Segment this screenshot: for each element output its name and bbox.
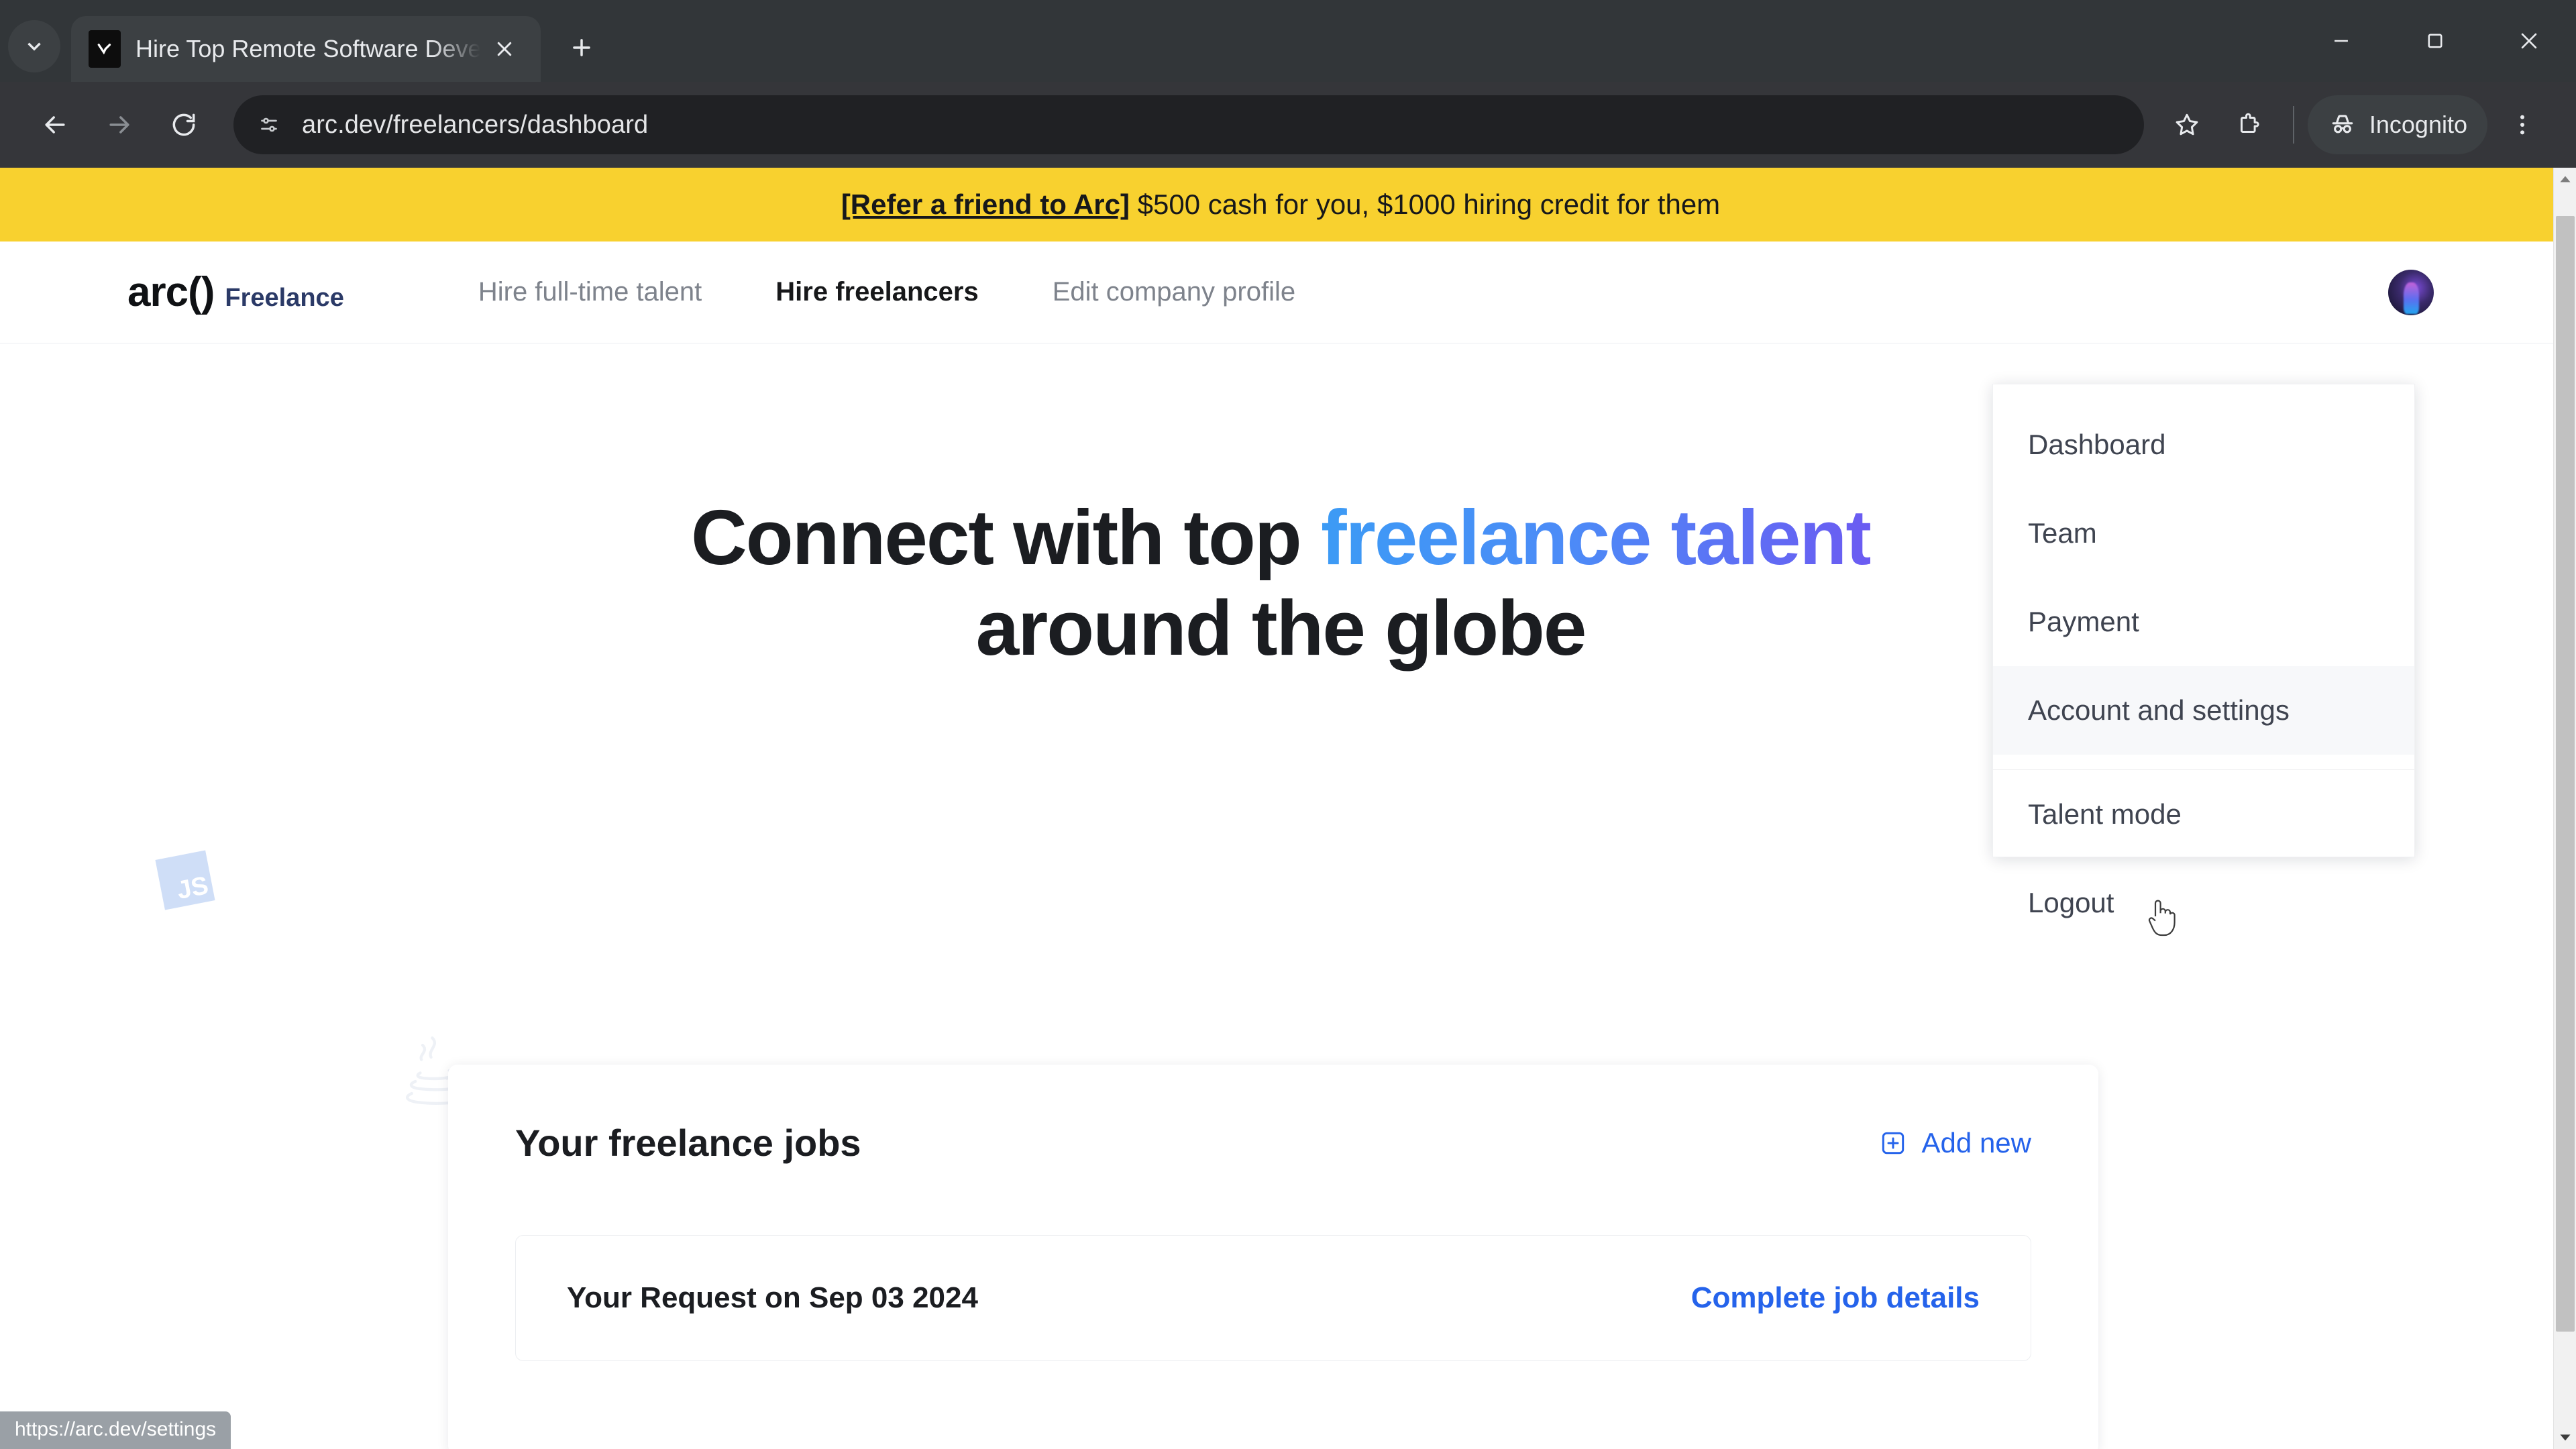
account-dropdown-menu: Dashboard Team Payment Account and setti…: [1992, 384, 2415, 918]
extensions-puzzle-icon: [2240, 113, 2259, 133]
nav-hire-freelancers[interactable]: Hire freelancers: [775, 277, 978, 307]
menu-item-talent-mode[interactable]: Talent mode: [1993, 770, 2414, 859]
freelance-jobs-header: Your freelance jobs Add new: [448, 1065, 2098, 1165]
tab-strip: Hire Top Remote Software Deve: [0, 0, 2576, 82]
tab-search-button[interactable]: [8, 20, 60, 72]
browser-menu-button[interactable]: [2491, 94, 2553, 156]
three-dot-menu-icon: [2520, 115, 2524, 135]
link-status-url: https://arc.dev/settings: [0, 1411, 231, 1449]
hero-title-plain: Connect with top: [690, 494, 1321, 581]
back-button[interactable]: [23, 93, 87, 157]
window-minimize-button[interactable]: [2294, 0, 2388, 82]
window-controls: [2294, 0, 2576, 82]
referral-banner-text: [Refer a friend to Arc] $500 cash for yo…: [841, 189, 1720, 221]
hero-title-accent: freelance talent: [1320, 494, 1872, 581]
add-new-job-button[interactable]: Add new: [1879, 1127, 2031, 1159]
incognito-indicator[interactable]: Incognito: [2307, 95, 2487, 154]
arc-logo-mark: arc(): [127, 269, 215, 315]
job-name: Your Request on Sep 03 2024: [567, 1281, 978, 1314]
maximize-icon: [2428, 34, 2443, 48]
tune-icon: [261, 117, 277, 132]
avatar[interactable]: [2388, 269, 2434, 315]
address-bar-url: arc.dev/freelancers/dashboard: [302, 110, 649, 139]
menu-item-label: Dashboard: [2028, 429, 2166, 460]
browser-tab[interactable]: Hire Top Remote Software Deve: [71, 16, 541, 82]
tab-favicon-arc-icon: [89, 30, 121, 68]
arc-logo-icon: [97, 44, 111, 55]
forward-button[interactable]: [87, 93, 152, 157]
mouse-cursor: [2145, 896, 2180, 943]
menu-item-label: Account and settings: [2028, 694, 2290, 726]
menu-item-label: Payment: [2028, 606, 2139, 637]
star-icon: [2176, 113, 2198, 136]
menu-item-dashboard[interactable]: Dashboard: [1993, 400, 2414, 489]
referral-banner-rest: $500 cash for you, $1000 hiring credit f…: [1129, 189, 1721, 220]
menu-item-payment[interactable]: Payment: [1993, 578, 2414, 666]
scrollbar-down-button[interactable]: [2554, 1426, 2576, 1449]
reload-button[interactable]: [152, 93, 216, 157]
complete-job-details-link[interactable]: Complete job details: [1691, 1281, 1980, 1315]
page-viewport: [Refer a friend to Arc] $500 cash for yo…: [0, 168, 2576, 1449]
site-header: arc() Freelance Hire full-time talent Hi…: [0, 241, 2561, 343]
site-nav: Hire full-time talent Hire freelancers E…: [478, 277, 1369, 307]
plus-icon: [573, 39, 590, 56]
scrollbar-thumb[interactable]: [2556, 216, 2575, 1332]
nav-hire-full-time-talent[interactable]: Hire full-time talent: [478, 277, 702, 307]
reload-icon: [172, 113, 195, 136]
menu-item-label: Logout: [2028, 887, 2114, 918]
menu-item-account-and-settings[interactable]: Account and settings: [1993, 666, 2414, 755]
address-bar[interactable]: arc.dev/freelancers/dashboard: [233, 95, 2144, 154]
back-arrow-icon: [45, 116, 65, 133]
browser-toolbar: arc.dev/freelancers/dashboard Incognito: [0, 82, 2576, 168]
extensions-button[interactable]: [2218, 94, 2279, 156]
referral-banner: [Refer a friend to Arc] $500 cash for yo…: [0, 168, 2561, 241]
freelance-jobs-title: Your freelance jobs: [515, 1122, 861, 1164]
scroll-up-arrow-icon: [2560, 176, 2570, 182]
tab-close-button[interactable]: [486, 30, 523, 68]
new-tab-button[interactable]: [558, 24, 605, 71]
javascript-badge-icon: JS: [155, 850, 215, 910]
incognito-label: Incognito: [2369, 111, 2467, 138]
close-icon: [2521, 33, 2537, 49]
menu-top-gap: [1993, 384, 2414, 400]
tab-title: Hire Top Remote Software Deve: [136, 35, 480, 62]
menu-item-label: Talent mode: [2028, 798, 2182, 830]
add-new-job-label: Add new: [1921, 1126, 2031, 1159]
arc-logo[interactable]: arc() Freelance: [127, 268, 344, 316]
refer-a-friend-link[interactable]: [Refer a friend to Arc]: [841, 189, 1130, 220]
browser-window: Hire Top Remote Software Deve arc.dev/fr…: [0, 0, 2576, 1449]
bookmark-button[interactable]: [2156, 94, 2218, 156]
plus-square-icon: [1882, 1132, 1904, 1154]
scroll-down-arrow-icon: [2560, 1434, 2570, 1441]
incognito-icon: [2332, 115, 2353, 133]
close-icon: [497, 42, 512, 56]
freelance-jobs-card: Your freelance jobs Add new Your Request…: [448, 1065, 2098, 1449]
nav-edit-company-profile[interactable]: Edit company profile: [1053, 277, 1295, 307]
site-info-button[interactable]: [246, 101, 292, 148]
scrollbar-up-button[interactable]: [2554, 168, 2576, 191]
forward-arrow-icon: [109, 116, 129, 133]
menu-item-label: Team: [2028, 517, 2097, 549]
minimize-icon: [2334, 40, 2348, 42]
toolbar-divider: [2292, 106, 2294, 144]
pointer-hand-cursor-icon: [2148, 900, 2176, 936]
arc-logo-subtitle: Freelance: [225, 284, 344, 312]
chevron-down-icon: [28, 42, 41, 51]
page-scrollbar[interactable]: [2553, 168, 2576, 1449]
window-maximize-button[interactable]: [2388, 0, 2482, 82]
menu-item-team[interactable]: Team: [1993, 489, 2414, 578]
job-list-item[interactable]: Your Request on Sep 03 2024 Complete job…: [515, 1235, 2031, 1361]
window-close-button[interactable]: [2482, 0, 2576, 82]
menu-item-logout[interactable]: Logout: [1993, 859, 2414, 947]
